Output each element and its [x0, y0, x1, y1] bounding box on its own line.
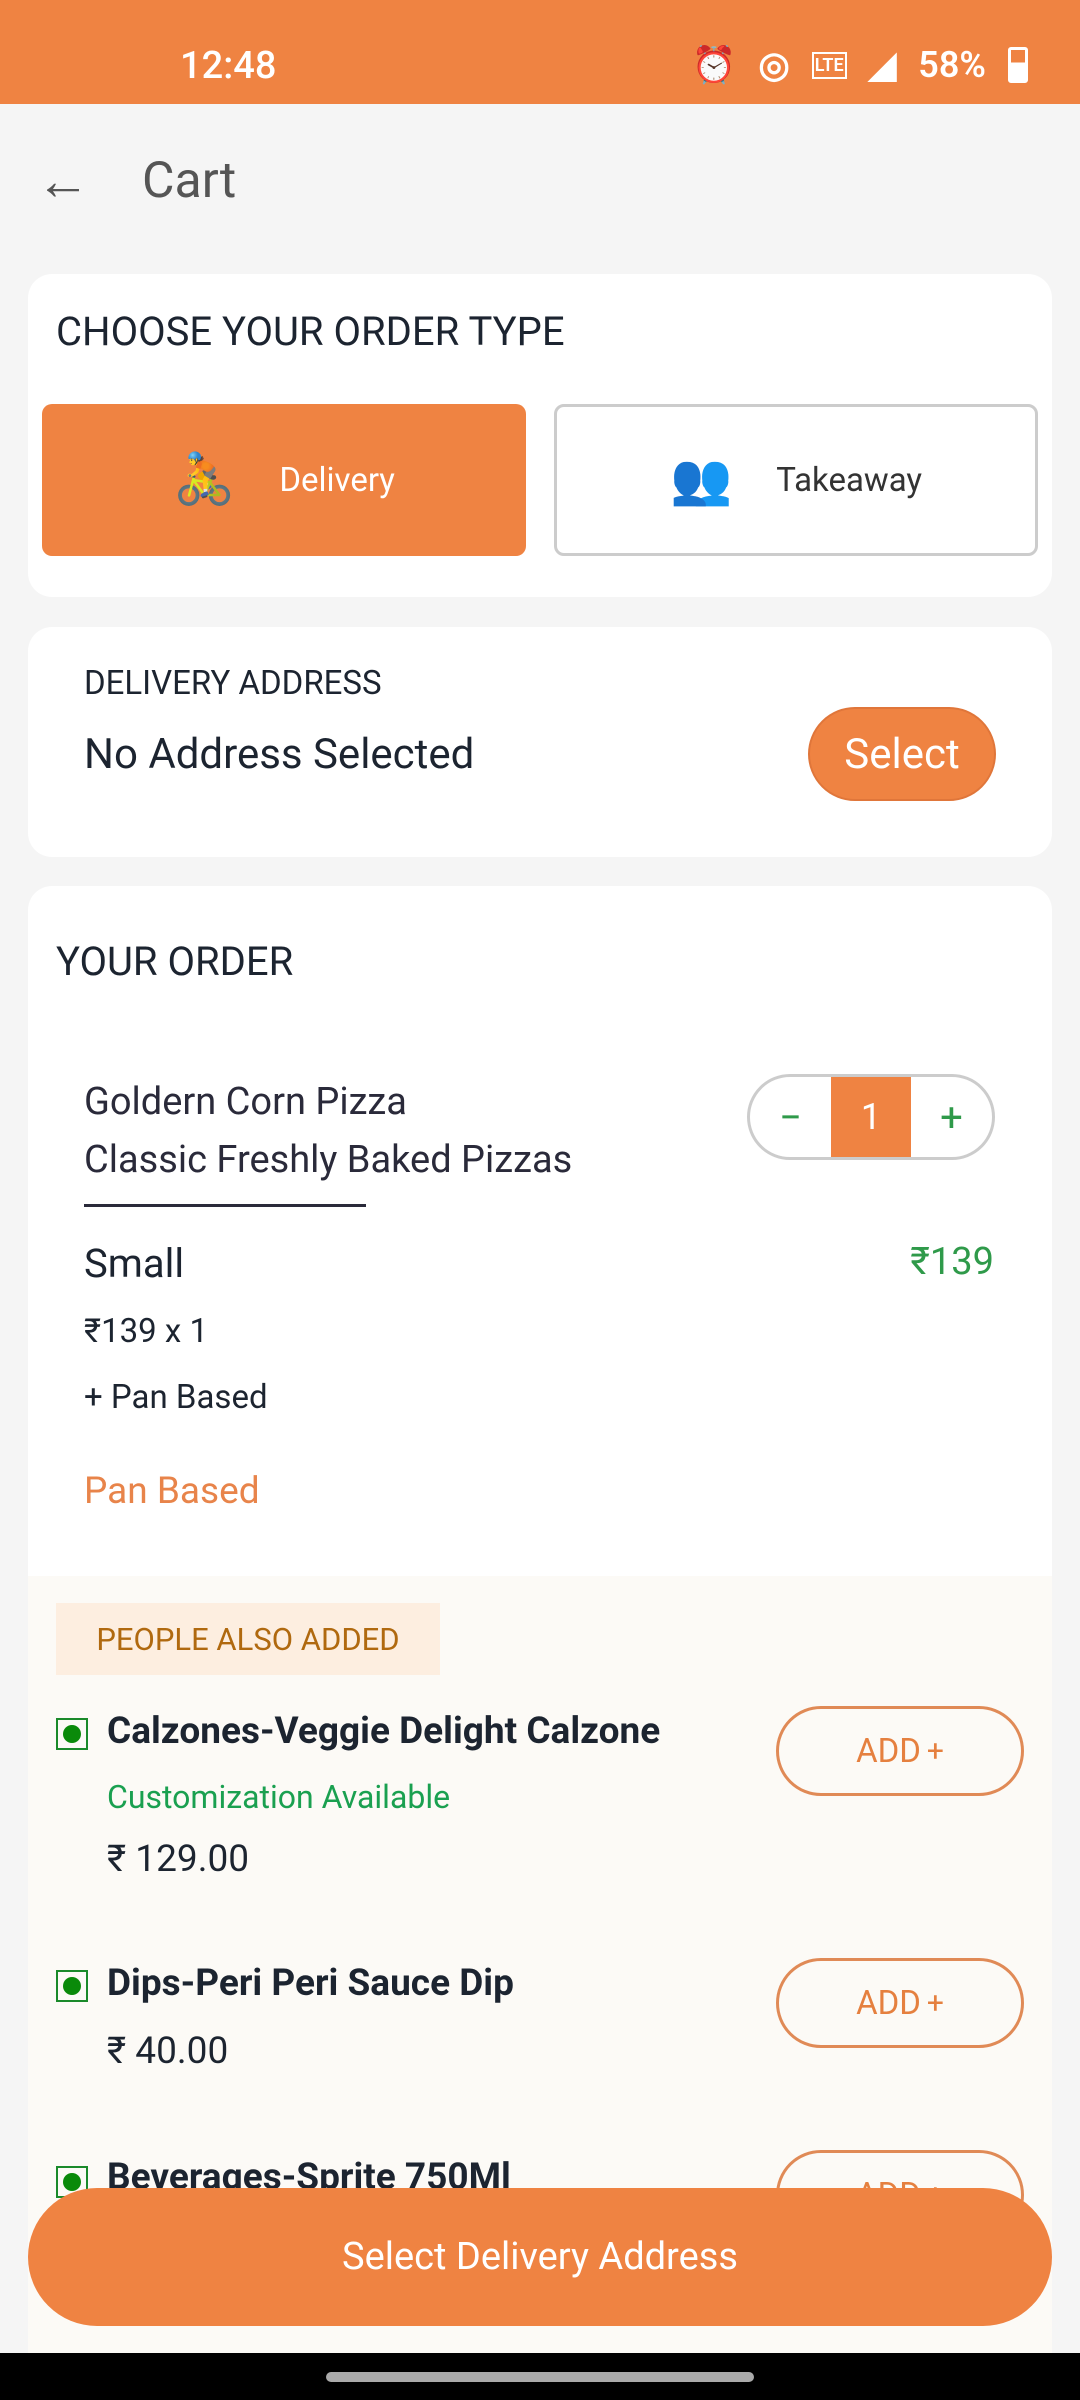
alarm-icon: ⏰	[691, 44, 737, 86]
address-value: No Address Selected	[84, 730, 475, 779]
suggested-item-name: Dips-Peri Peri Sauce Dip	[107, 1962, 514, 2005]
bicycle-icon: 🚴	[173, 451, 236, 509]
home-gesture-handle[interactable]	[326, 2372, 754, 2382]
veg-icon	[56, 1718, 88, 1750]
unit-line: ₹139 x 1	[84, 1312, 208, 1351]
item-size: Small	[84, 1240, 185, 1287]
page-title: Cart	[142, 152, 237, 210]
divider	[84, 1204, 366, 1207]
takeaway-label: Takeaway	[776, 460, 923, 500]
your-order-title: YOUR ORDER	[56, 938, 294, 985]
quantity-stepper[interactable]: − 1 +	[747, 1074, 995, 1160]
item-name: Goldern Corn Pizza	[84, 1080, 407, 1124]
increase-button[interactable]: +	[911, 1077, 992, 1157]
customization-note: Customization Available	[107, 1778, 451, 1816]
hotspot-icon: ◎	[758, 44, 790, 86]
delivery-label: Delivery	[279, 460, 395, 500]
addon-line: + Pan Based	[84, 1378, 268, 1417]
select-delivery-address-button[interactable]: Select Delivery Address	[28, 2188, 1052, 2326]
suggested-item-price: ₹ 40.00	[107, 2030, 229, 2073]
add-button[interactable]: ADD+	[776, 1706, 1024, 1796]
back-arrow-icon[interactable]: ←	[36, 150, 90, 213]
people-also-added-badge: PEOPLE ALSO ADDED	[56, 1603, 440, 1675]
battery-text: 58%	[918, 44, 986, 86]
suggested-item-name: Calzones-Veggie Delight Calzone	[107, 1710, 661, 1753]
item-price: ₹139	[910, 1240, 994, 1284]
volte-icon: LTE	[811, 51, 847, 79]
veg-icon	[56, 1970, 88, 2002]
quantity-value: 1	[831, 1077, 911, 1157]
battery-icon	[1008, 47, 1028, 83]
delivery-option[interactable]: 🚴 Delivery	[42, 404, 526, 556]
address-label: DELIVERY ADDRESS	[84, 664, 382, 703]
decrease-button[interactable]: −	[750, 1077, 831, 1157]
base-label: Pan Based	[84, 1470, 260, 1513]
status-time: 12:48	[180, 44, 277, 88]
people-carrying-box-icon: 👥	[669, 451, 733, 509]
select-address-button[interactable]: Select	[808, 707, 996, 801]
item-category: Classic Freshly Baked Pizzas	[84, 1138, 573, 1182]
takeaway-option[interactable]: 👥 Takeaway	[554, 404, 1038, 556]
signal-4g-icon: ◢	[868, 44, 897, 86]
order-type-title: CHOOSE YOUR ORDER TYPE	[56, 308, 565, 355]
status-bar: 12:48 ⏰ ◎ LTE ◢ 58%	[0, 0, 1080, 104]
suggested-item-price: ₹ 129.00	[107, 1838, 250, 1881]
add-button[interactable]: ADD+	[776, 1958, 1024, 2048]
